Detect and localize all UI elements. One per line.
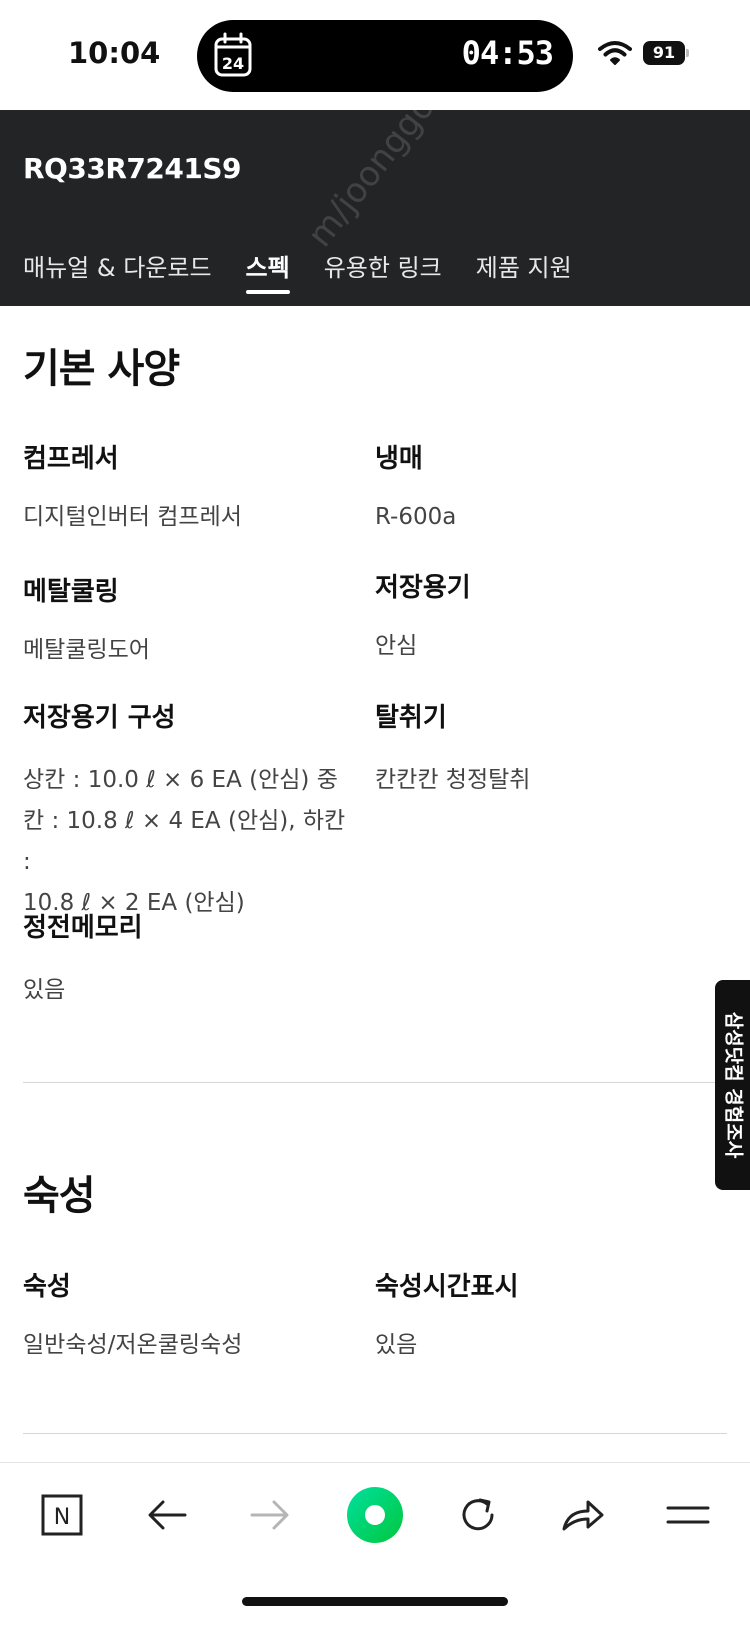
share-button[interactable] <box>553 1485 613 1545</box>
wifi-icon <box>598 41 632 65</box>
spec-value-aging: 일반숙성/저온쿨링숙성 <box>23 1332 243 1358</box>
tab-product-support[interactable]: 제품 지원 <box>476 248 572 298</box>
calendar-icon: 24 <box>214 32 252 77</box>
forward-arrow-icon <box>250 1500 289 1530</box>
section-title-basic: 기본 사양 <box>23 346 180 392</box>
battery-tip <box>686 49 689 57</box>
spec-label-refrigerant: 냉매 <box>375 444 423 474</box>
home-indicator[interactable] <box>242 1597 508 1606</box>
back-arrow-icon <box>148 1500 187 1530</box>
survey-tab-label: 삼성닷컴 경험조사 <box>722 1011 745 1159</box>
dynamic-island[interactable]: 24 04:53 <box>197 20 573 92</box>
spec-value-storage: 안심 <box>375 633 418 659</box>
spec-value-aging-time-display: 있음 <box>375 1332 418 1358</box>
spec-value-deodorizer: 칸칸칸 청정탈취 <box>375 767 531 793</box>
spec-label-aging: 숙성 <box>23 1272 71 1302</box>
spec-label-storage: 저장용기 <box>375 573 471 603</box>
spec-value-storage-config: 상칸 : 10.0 ℓ × 6 EA (안심) 중 칸 : 10.8 ℓ × 4… <box>23 760 353 924</box>
tab-useful-links[interactable]: 유용한 링크 <box>324 248 442 298</box>
naver-letter: N <box>54 1505 70 1530</box>
back-button[interactable] <box>137 1485 197 1545</box>
forward-button[interactable] <box>240 1485 300 1545</box>
product-header: m/joonggona RQ33R7241S9 매뉴얼 & 다운로드 스펙 유용… <box>0 110 750 306</box>
product-tabs: 매뉴얼 & 다운로드 스펙 유용한 링크 제품 지원 <box>23 248 572 298</box>
menu-icon <box>666 1506 710 1524</box>
status-bar: 10:04 24 04:53 91 <box>0 0 750 110</box>
spec-value-line: 상칸 : 10.0 ℓ × 6 EA (안심) 중 <box>23 767 338 793</box>
share-icon <box>562 1500 604 1531</box>
section-divider <box>23 1082 727 1083</box>
section-title-aging: 숙성 <box>23 1173 96 1219</box>
spec-label-deodorizer: 탈취기 <box>375 703 447 733</box>
spec-value-compressor: 디지털인버터 컴프레서 <box>23 504 242 530</box>
naver-home-button[interactable]: N <box>32 1485 92 1545</box>
watermark: m/joonggona <box>300 110 470 255</box>
spec-value-power-memory: 있음 <box>23 977 66 1003</box>
battery-level: 91 <box>643 41 685 65</box>
status-time: 10:04 <box>68 36 161 70</box>
menu-button[interactable] <box>658 1485 718 1545</box>
spec-label-aging-time-display: 숙성시간표시 <box>375 1272 519 1302</box>
tab-manual-download[interactable]: 매뉴얼 & 다운로드 <box>23 248 212 298</box>
calendar-day: 24 <box>222 54 244 73</box>
spec-label-power-memory: 정전메모리 <box>23 913 143 943</box>
refresh-icon <box>462 1498 494 1531</box>
spec-value-line: 칸 : 10.8 ℓ × 4 EA (안심), 하칸 : <box>23 808 346 875</box>
island-timer: 04:53 <box>461 34 554 72</box>
browser-bottom-bar: N <box>0 1462 750 1626</box>
spec-label-compressor: 컴프레서 <box>23 444 119 474</box>
battery-indicator: 91 <box>643 41 689 65</box>
refresh-button[interactable] <box>448 1485 508 1545</box>
spec-value-metal-cooling: 메탈쿨링도어 <box>23 637 150 663</box>
section-divider <box>23 1433 727 1434</box>
green-dot-icon <box>347 1487 403 1543</box>
green-dot-button[interactable] <box>345 1485 405 1545</box>
spec-label-metal-cooling: 메탈쿨링 <box>23 577 119 607</box>
spec-value-refrigerant: R-600a <box>375 504 457 530</box>
survey-side-tab[interactable]: 삼성닷컴 경험조사 <box>715 980 750 1190</box>
tab-spec[interactable]: 스펙 <box>245 248 290 298</box>
product-model-title: RQ33R7241S9 <box>23 152 241 185</box>
spec-label-storage-config: 저장용기 구성 <box>23 703 176 733</box>
naver-n-icon: N <box>41 1494 83 1536</box>
